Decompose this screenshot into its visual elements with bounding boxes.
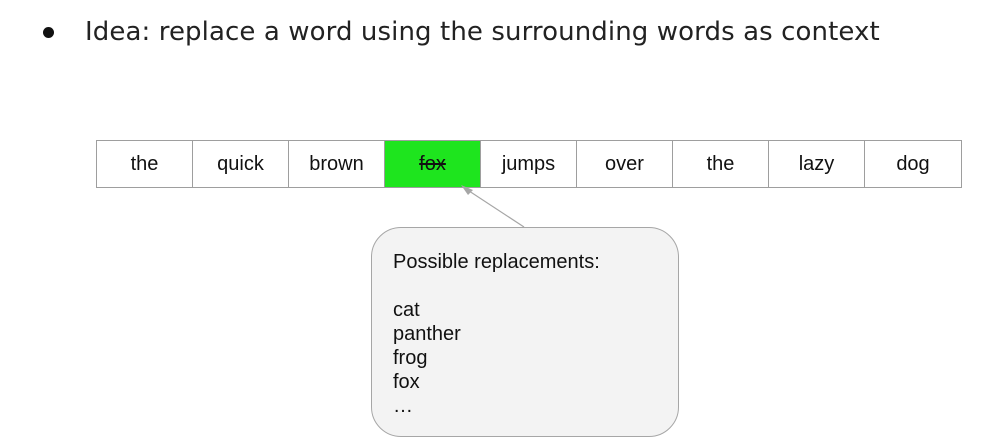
word-cell-jumps: jumps	[481, 141, 577, 187]
word-cell-over: over	[577, 141, 673, 187]
pointer-line	[462, 186, 525, 228]
word-cell-the-2: the	[673, 141, 769, 187]
replacement-item-fox: fox	[393, 371, 420, 393]
bullet-icon	[43, 26, 54, 38]
word-cell-dog: dog	[865, 141, 961, 187]
replacements-callout: Possible replacements: cat panther frog …	[371, 227, 679, 437]
replacement-item-frog: frog	[393, 347, 428, 369]
word-cell-lazy: lazy	[769, 141, 865, 187]
sentence-word-strip: the quick brown fox jumps over the lazy …	[96, 140, 962, 188]
masked-word-cell: fox	[385, 141, 481, 187]
callout-title: Possible replacements:	[393, 251, 600, 273]
replacement-item-cat: cat	[393, 299, 420, 321]
bullet-point: Idea: replace a word using the surroundi…	[40, 10, 880, 54]
word-cell-the-1: the	[97, 141, 193, 187]
bullet-text: Idea: replace a word using the surroundi…	[85, 17, 880, 47]
word-cell-quick: quick	[193, 141, 289, 187]
word-cell-brown: brown	[289, 141, 385, 187]
replacement-item-ellipsis: …	[393, 395, 413, 417]
replacement-item-panther: panther	[393, 323, 461, 345]
